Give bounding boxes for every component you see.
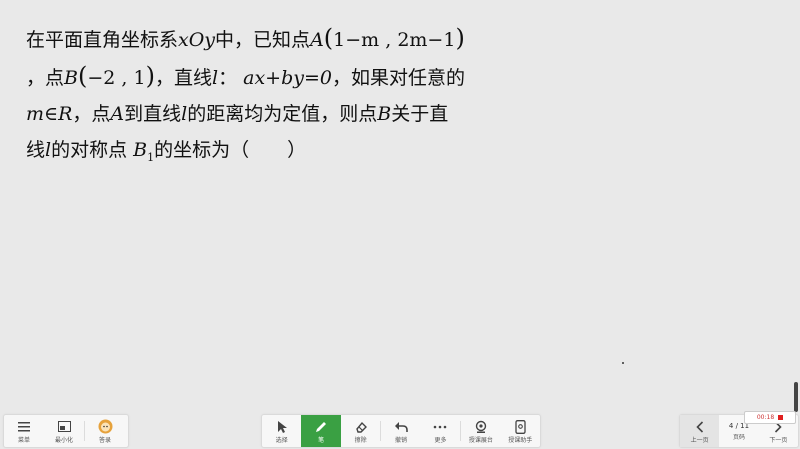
- camera-icon: [473, 419, 489, 435]
- pen-icon: [313, 419, 329, 435]
- text-segment: 在平面直角坐标系: [26, 29, 179, 51]
- math-point-b1: B: [133, 139, 148, 161]
- minimize-label: 最小化: [54, 436, 73, 444]
- question-line-3: m∈R，点A到直线l的距离均为定值，则点B关于直: [26, 96, 546, 132]
- prev-page-button[interactable]: 上一页: [680, 415, 720, 447]
- eraser-tool-button[interactable]: 擦除: [341, 415, 380, 447]
- undo-icon: [393, 419, 409, 435]
- text-segment: 关于直: [391, 103, 449, 125]
- more-button[interactable]: 更多: [421, 415, 460, 447]
- math-b-x: −2: [87, 67, 116, 89]
- minimize-button[interactable]: 最小化: [44, 415, 84, 447]
- text-segment: 线: [26, 139, 46, 161]
- select-label: 选择: [275, 436, 288, 444]
- math-point-a: A: [310, 29, 324, 51]
- recording-indicator[interactable]: 00:18: [744, 411, 796, 424]
- text-segment: 中，已知点: [215, 29, 311, 51]
- camera-stand-button[interactable]: 授课展台: [461, 415, 500, 447]
- math-b-y: 1: [133, 67, 146, 89]
- question-line-2: ，点B(−2 , 1)，直线l： ax+by=0，如果对任意的: [26, 62, 466, 90]
- recorder-button[interactable]: 答录: [85, 415, 125, 447]
- math-xoy: xOy: [178, 29, 216, 51]
- assistant-button[interactable]: 授课助手: [501, 415, 540, 447]
- text-segment: 的距离均为定值，则点: [187, 103, 378, 125]
- toolbar-left: 菜单 最小化 答录: [3, 414, 129, 448]
- pen-tool-button[interactable]: 笔: [301, 415, 341, 447]
- math-point-a: A: [110, 103, 125, 125]
- pen-label: 笔: [318, 436, 325, 444]
- question-line-4: 线l的对称点 B1的坐标为（ ）: [26, 132, 546, 176]
- math-a-y: 2m−1: [397, 29, 456, 51]
- minimize-icon: [56, 419, 72, 435]
- avatar-icon: [97, 419, 113, 435]
- eraser-icon: [353, 419, 369, 435]
- undo-button[interactable]: 撤销: [381, 415, 420, 447]
- more-icon: [432, 419, 448, 435]
- whiteboard-canvas[interactable]: 在平面直角坐标系xOy中，已知点A(1−m , 2m−1) ，点B(−2 , 1…: [0, 0, 800, 449]
- phone-icon: [512, 419, 528, 435]
- math-point-b: B: [64, 67, 78, 89]
- math-m-in-r: m∈R: [26, 103, 73, 125]
- math-point-b: B: [377, 103, 392, 125]
- undo-label: 撤销: [395, 436, 408, 444]
- recording-time: 00:18: [756, 414, 775, 421]
- math-equation: ax+by=0: [243, 67, 332, 89]
- eraser-label: 擦除: [354, 436, 367, 444]
- next-page-label: 下一页: [769, 436, 788, 444]
- recorder-label: 答录: [98, 436, 111, 444]
- text-segment: ，点: [72, 103, 111, 125]
- page-label: 页码: [732, 433, 745, 441]
- menu-icon: [16, 419, 32, 435]
- text-segment: ，点: [26, 67, 65, 89]
- text-segment: ，直线: [154, 67, 212, 89]
- text-segment: 的坐标为（ ）: [154, 139, 307, 161]
- text-segment: 到直线: [124, 103, 182, 125]
- cursor-icon: [274, 419, 290, 435]
- stray-ink-dot: [622, 362, 624, 364]
- assistant-label: 授课助手: [508, 436, 533, 444]
- prev-page-label: 上一页: [690, 436, 709, 444]
- scrollbar[interactable]: [794, 382, 798, 412]
- text-segment: ，如果对任意的: [332, 67, 466, 89]
- chevron-left-icon: [692, 419, 708, 435]
- text-segment: 的对称点: [51, 139, 128, 161]
- menu-label: 菜单: [17, 436, 30, 444]
- question-text: 在平面直角坐标系xOy中，已知点A(1−m , 2m−1) ，点B(−2 , 1…: [26, 20, 546, 176]
- toolbar-center: 选择 笔 擦除 撤销 更多 授课展台 授课助手: [261, 414, 541, 448]
- record-stop-icon[interactable]: [778, 415, 784, 420]
- menu-button[interactable]: 菜单: [4, 415, 44, 447]
- question-line-1: 在平面直角坐标系xOy中，已知点A(1−m , 2m−1): [26, 24, 465, 52]
- text-segment: ：: [218, 67, 238, 89]
- more-label: 更多: [434, 436, 447, 444]
- camera-label: 授课展台: [468, 436, 493, 444]
- select-tool-button[interactable]: 选择: [262, 415, 301, 447]
- math-a-x: 1−m: [333, 29, 380, 51]
